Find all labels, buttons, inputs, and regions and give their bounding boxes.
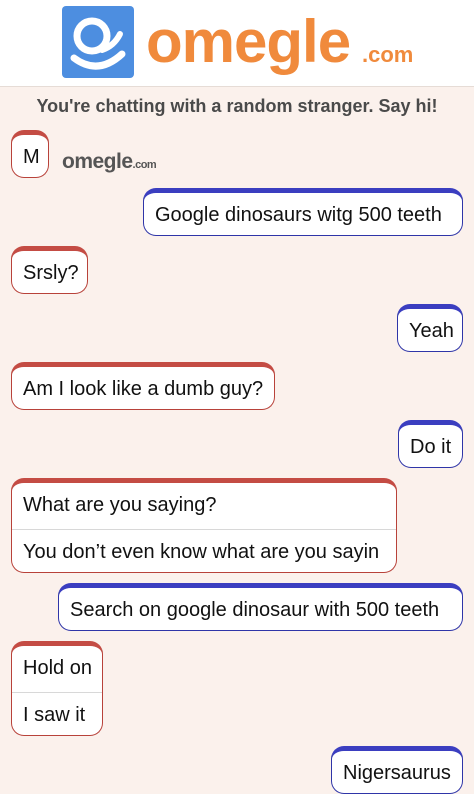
chat-status-notice: You're chatting with a random stranger. …	[36, 96, 438, 116]
stranger-message: What are you saying? You don’t even know…	[11, 478, 397, 573]
message-text: Yeah	[409, 320, 454, 342]
you-message: Yeah	[397, 304, 463, 352]
stranger-message: Hold on I saw it	[11, 641, 103, 736]
watermark-tld: .com	[132, 159, 157, 171]
message-text: Search on google dinosaur with 500 teeth	[70, 599, 440, 621]
message-text: Hold on	[23, 657, 92, 679]
message-text: I saw it	[12, 692, 102, 735]
omegle-watermark-logo: omegle.com	[62, 150, 157, 174]
message-text: What are you saying?	[23, 494, 217, 516]
message-text: Am I look like a dumb guy?	[23, 378, 264, 400]
message-text: Do it	[410, 436, 452, 458]
you-message: Do it	[398, 420, 463, 468]
message-text: M	[23, 146, 40, 168]
omegle-header: omegle .com	[0, 0, 474, 87]
stranger-message: Srsly?	[11, 246, 88, 294]
message-text: You don’t even know what are you sayin	[12, 529, 396, 572]
message-text: Nigersaurus	[343, 762, 451, 784]
omegle-logo-text: omegle	[146, 8, 351, 75]
message-text: Srsly?	[23, 262, 79, 284]
you-message: Search on google dinosaur with 500 teeth	[58, 583, 463, 631]
omegle-logo-icon	[62, 6, 134, 78]
omegle-logo-tld: .com	[362, 42, 414, 67]
you-message: Google dinosaurs witg 500 teeth	[143, 188, 463, 236]
watermark-word: omegle	[62, 150, 133, 173]
stranger-message: Am I look like a dumb guy?	[11, 362, 275, 410]
stranger-message: M	[11, 130, 49, 178]
message-text: Google dinosaurs witg 500 teeth	[155, 204, 442, 226]
